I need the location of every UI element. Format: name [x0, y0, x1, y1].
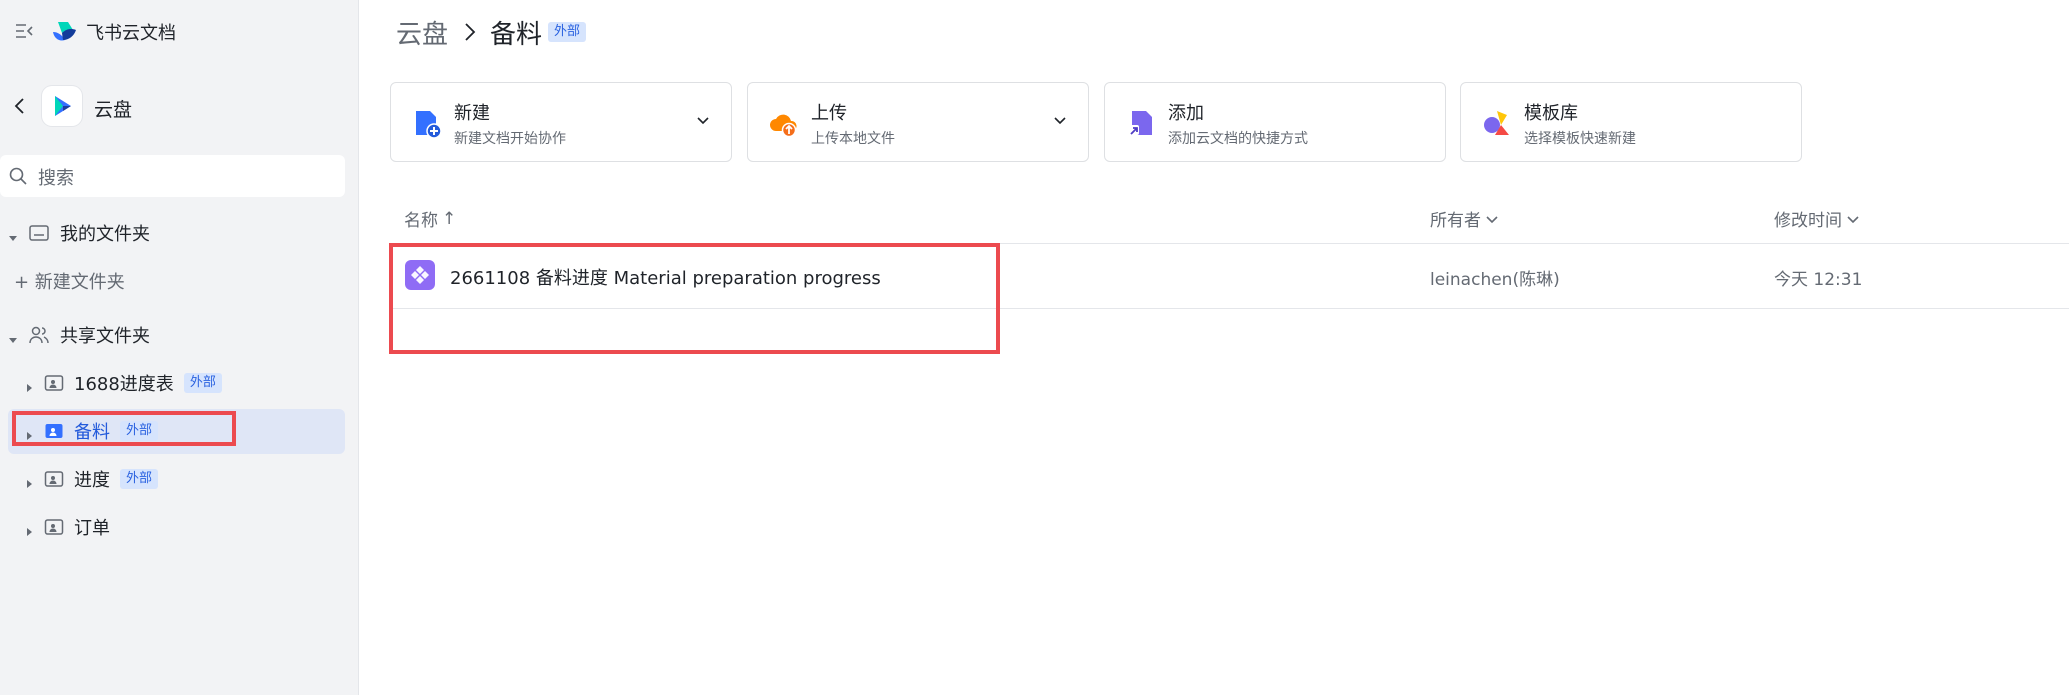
- breadcrumb: 云盘 备料 外部: [396, 14, 587, 51]
- card-title: 新建: [454, 103, 490, 124]
- caret-right-icon: [24, 522, 34, 536]
- sidebar-item-label: 我的文件夹: [60, 224, 150, 245]
- sidebar-item-progress[interactable]: 进度 外部: [0, 464, 159, 494]
- upload-card[interactable]: 上传 上传本地文件: [747, 82, 1089, 162]
- column-header-label: 名称: [404, 211, 438, 231]
- chevron-down-icon: [1485, 212, 1499, 226]
- breadcrumb-current: 备料: [490, 19, 543, 50]
- card-subtitle: 添加云文档的快捷方式: [1168, 131, 1308, 147]
- shared-folder-icon: [44, 470, 64, 488]
- caret-right-icon: [24, 378, 34, 392]
- card-subtitle: 上传本地文件: [811, 131, 895, 147]
- sidebar-item-label: 共享文件夹: [60, 326, 150, 347]
- sort-arrow: ↑: [442, 208, 457, 229]
- chevron-down-icon: [1846, 212, 1860, 226]
- card-subtitle: 新建文档开始协作: [454, 131, 566, 147]
- external-badge: 外部: [183, 373, 222, 393]
- feishu-logo-icon: [50, 18, 78, 44]
- collapse-sidebar-icon[interactable]: [14, 22, 34, 40]
- column-header-owner[interactable]: 所有者: [1430, 206, 1499, 231]
- shortcut-icon: [1125, 107, 1157, 139]
- add-shortcut-card[interactable]: 添加 添加云文档的快捷方式: [1104, 82, 1446, 162]
- card-title: 模板库: [1524, 103, 1578, 124]
- external-badge: 外部: [120, 469, 159, 489]
- sidebar-item-my-folder[interactable]: 我的文件夹: [0, 218, 150, 248]
- new-folder-button[interactable]: + 新建文件夹: [14, 268, 125, 294]
- caret-down-icon: [8, 228, 18, 241]
- sidebar-item-shared-folder[interactable]: 共享文件夹: [0, 320, 150, 350]
- folder-icon: [28, 223, 50, 243]
- chevron-right-icon: [462, 20, 478, 44]
- column-header-name[interactable]: 名称 ↑: [404, 206, 457, 232]
- new-doc-card[interactable]: 新建 新建文档开始协作: [390, 82, 732, 162]
- chevron-down-icon[interactable]: [695, 113, 711, 129]
- back-icon[interactable]: [12, 96, 28, 116]
- caret-down-icon: [8, 330, 18, 343]
- upload-cloud-icon: [768, 107, 800, 139]
- sidebar-item-label: 1688进度表: [74, 374, 174, 395]
- column-header-label: 所有者: [1430, 211, 1481, 231]
- search-icon: [8, 166, 28, 186]
- sidebar: 飞书云文档 云盘 搜索 我的文件夹 + 新建文件夹 共享文件夹 1688进度表 …: [0, 0, 359, 695]
- shared-folder-icon: [44, 518, 64, 536]
- sidebar-item-1688-progress[interactable]: 1688进度表 外部: [0, 368, 222, 398]
- new-doc-icon: [411, 107, 443, 139]
- sidebar-item-label: 订单: [74, 518, 110, 539]
- breadcrumb-root[interactable]: 云盘: [396, 14, 448, 51]
- template-icon: [1481, 107, 1513, 139]
- template-library-card[interactable]: 模板库 选择模板快速新建: [1460, 82, 1802, 162]
- sidebar-item-orders[interactable]: 订单: [0, 512, 110, 542]
- column-header-label: 修改时间: [1774, 211, 1842, 231]
- cloud-drive-logo-icon: [42, 86, 82, 126]
- card-subtitle: 选择模板快速新建: [1524, 131, 1636, 147]
- users-icon: [28, 325, 50, 345]
- app-title: 飞书云文档: [86, 23, 176, 44]
- file-modified: 今天 12:31: [1774, 270, 1863, 290]
- sidebar-item-label: 进度: [74, 470, 110, 491]
- chevron-down-icon[interactable]: [1052, 113, 1068, 129]
- card-title: 添加: [1168, 103, 1204, 124]
- shared-folder-icon: [44, 374, 64, 392]
- search-placeholder: 搜索: [38, 168, 74, 189]
- highlight-box-file: [389, 243, 1000, 354]
- card-title: 上传: [811, 103, 847, 124]
- column-header-modified[interactable]: 修改时间: [1774, 206, 1860, 231]
- highlight-box-sidebar: [12, 411, 236, 446]
- caret-right-icon: [24, 474, 34, 488]
- space-title: 云盘: [94, 99, 133, 121]
- main-content: 云盘 备料 外部 新建 新建文档开始协作 上传 上传本地文件 添加 添加云文档的…: [360, 0, 2069, 695]
- file-owner: leinachen(陈琳): [1430, 270, 1560, 290]
- search-box[interactable]: 搜索: [0, 155, 345, 197]
- external-badge: 外部: [548, 22, 587, 42]
